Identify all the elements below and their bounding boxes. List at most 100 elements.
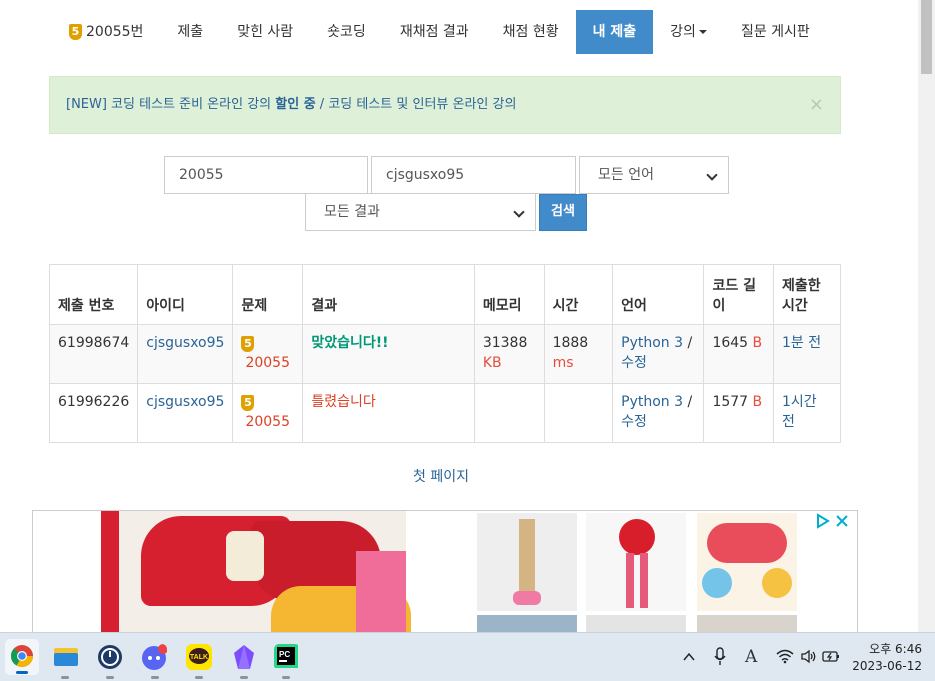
problem-id-input[interactable]: 20055 — [164, 156, 368, 194]
code-length-unit: B — [752, 394, 763, 410]
col-memory: 메모리 — [473, 264, 545, 325]
running-indicator — [240, 676, 248, 679]
chrome-icon — [11, 645, 33, 674]
file-explorer-icon[interactable] — [53, 644, 79, 670]
taskbar-clock[interactable]: 오후 6:46 2023-06-12 — [852, 641, 922, 675]
ad-thumbnail-6[interactable] — [697, 615, 797, 632]
user-id-input[interactable]: cjsgusxo95 — [371, 156, 576, 194]
ad-thumbnail-3[interactable] — [697, 513, 797, 611]
language-select-value: 모든 언어 — [598, 167, 654, 183]
language-select[interactable]: 모든 언어 — [579, 156, 729, 194]
col-problem: 문제 — [232, 264, 304, 325]
time-unit: ms — [552, 355, 574, 371]
chevron-up-icon[interactable] — [682, 651, 696, 663]
language-link[interactable]: Python 3 — [621, 335, 683, 351]
ad-ribbon-bow — [513, 591, 541, 605]
search-button[interactable]: 검색 — [539, 194, 587, 231]
advertisement-banner[interactable] — [32, 510, 858, 632]
running-indicator — [282, 676, 290, 679]
scrollbar-thumb[interactable] — [921, 0, 932, 74]
clock-time: 오후 6:46 — [869, 642, 922, 656]
col-time: 시간 — [543, 264, 614, 325]
running-indicator — [151, 676, 159, 679]
windows-taskbar: TALK PC A 오후 6:46 2023-06-12 — [0, 632, 935, 681]
problem-nav: 5 20055번 제출 맞힌 사람 숏코딩 재채점 결과 채점 현황 내 제출 … — [52, 10, 827, 54]
page-scrollbar[interactable] — [918, 0, 935, 632]
col-result: 결과 — [302, 264, 475, 325]
submission-table: 제출 번호 아이디 문제 결과 메모리 시간 언어 코드 길이 제출한 시간 6… — [48, 264, 842, 443]
svg-text:TALK: TALK — [190, 654, 208, 661]
speaker-icon[interactable] — [800, 649, 818, 664]
problem-link[interactable]: 20055 — [241, 414, 290, 430]
nav-lectures-dropdown[interactable]: 강의 — [653, 10, 724, 54]
result-wrong-answer[interactable]: 틀렸습니다 — [311, 394, 375, 410]
nav-qna-board[interactable]: 질문 게시판 — [724, 10, 827, 54]
close-icon[interactable]: × — [809, 77, 824, 133]
clock-app-icon[interactable] — [97, 644, 123, 670]
submitted-time-link[interactable]: 1분 전 — [782, 335, 821, 351]
ad-image-ribbons[interactable] — [101, 511, 411, 632]
running-indicator — [195, 676, 203, 679]
memory-unit: KB — [482, 355, 502, 371]
code-length-value: 1577 — [712, 394, 749, 410]
nav-my-submissions[interactable]: 내 제출 — [575, 10, 654, 54]
col-submission-id: 제출 번호 — [48, 264, 139, 325]
alert-link-interview[interactable]: 코딩 테스트 및 인터뷰 온라인 강의 — [328, 97, 516, 112]
nav-submit[interactable]: 제출 — [160, 10, 220, 54]
result-select[interactable]: 모든 결과 — [305, 193, 536, 231]
nav-problem-title[interactable]: 5 20055번 — [52, 10, 160, 54]
nav-solved-users[interactable]: 맞힌 사람 — [220, 10, 310, 54]
kakaotalk-icon[interactable]: TALK — [186, 644, 212, 670]
col-user-id: 아이디 — [137, 264, 234, 325]
submitted-time-link[interactable]: 1시간 전 — [782, 394, 817, 430]
battery-icon[interactable] — [822, 650, 840, 663]
svg-text:PC: PC — [279, 650, 290, 659]
ad-thumbnail-2[interactable] — [586, 513, 686, 611]
adchoices-icon[interactable] — [815, 513, 851, 529]
promo-alert: [NEW] 코딩 테스트 준비 온라인 강의 할인 중 / 코딩 테스트 및 인… — [49, 76, 841, 134]
problem-link[interactable]: 20055 — [241, 355, 290, 371]
microphone-icon[interactable] — [714, 647, 726, 667]
submission-id: 61998674 — [48, 324, 139, 384]
nav-short-coding[interactable]: 숏코딩 — [310, 10, 383, 54]
col-language: 언어 — [612, 264, 705, 325]
ad-yellow-circle — [762, 568, 792, 598]
discord-icon[interactable] — [141, 644, 167, 670]
wifi-icon[interactable] — [776, 649, 794, 664]
running-indicator — [106, 676, 114, 679]
browser-viewport: 5 20055번 제출 맞힌 사람 숏코딩 재채점 결과 채점 현황 내 제출 … — [0, 0, 935, 632]
table-row: 61998674 cjsgusxo95 5 20055 맞았습니다!! 3138… — [48, 324, 842, 384]
ad-bow-knot — [226, 531, 264, 581]
ad-thumbnail-1[interactable] — [477, 513, 577, 611]
ad-pink-ribbon — [356, 551, 406, 632]
tier-badge-icon: 5 — [69, 24, 82, 40]
code-length-unit: B — [752, 335, 763, 351]
code-length-value: 1645 — [712, 335, 749, 351]
ad-blue-circle — [702, 568, 732, 598]
memory-value: 31388 — [482, 335, 528, 351]
nav-judge-status[interactable]: 채점 현황 — [486, 10, 576, 54]
ad-thumbnail-4[interactable] — [477, 615, 577, 632]
edit-link[interactable]: 수정 — [621, 414, 647, 430]
result-select-value: 모든 결과 — [324, 204, 380, 220]
alert-link-lecture[interactable]: [NEW] 코딩 테스트 준비 온라인 강의 할인 중 — [66, 97, 316, 112]
user-link[interactable]: cjsgusxo95 — [146, 335, 224, 351]
user-link[interactable]: cjsgusxo95 — [146, 394, 224, 410]
edit-link[interactable]: 수정 — [621, 355, 647, 371]
obsidian-icon[interactable] — [231, 644, 257, 670]
caret-down-icon — [698, 30, 707, 34]
nav-rejudge-results[interactable]: 재채점 결과 — [383, 10, 486, 54]
tier-badge-icon: 5 — [241, 395, 255, 411]
tier-badge-icon: 5 — [241, 336, 255, 352]
pycharm-icon[interactable]: PC — [274, 644, 300, 670]
chrome-taskbar-button[interactable] — [5, 639, 39, 675]
language-link[interactable]: Python 3 — [621, 394, 683, 410]
col-code-length: 코드 길이 — [703, 264, 774, 325]
first-page-link[interactable]: 첫 페이지 — [0, 466, 882, 486]
clock-date: 2023-06-12 — [852, 659, 922, 673]
result-accepted[interactable]: 맞았습니다!! — [311, 335, 388, 351]
running-indicator — [61, 676, 69, 679]
ime-indicator[interactable]: A — [745, 647, 757, 667]
ad-thumbnail-5[interactable] — [586, 615, 686, 632]
table-row: 61996226 cjsgusxo95 5 20055 틀렸습니다 Python… — [48, 383, 842, 443]
